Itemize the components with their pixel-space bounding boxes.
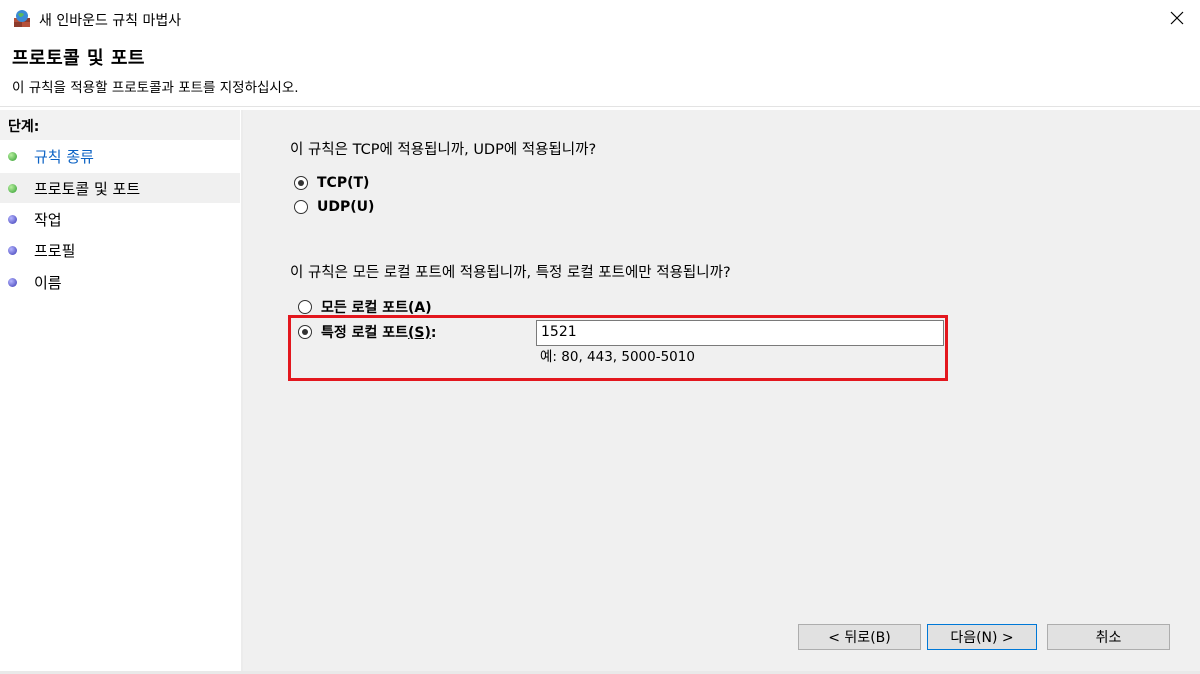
close-button[interactable] bbox=[1154, 0, 1200, 36]
step-label: 작업 bbox=[34, 210, 62, 229]
radio-button[interactable] bbox=[298, 300, 312, 314]
step-status-icon bbox=[8, 245, 17, 255]
step-protocol-ports[interactable]: 프로토콜 및 포트 bbox=[0, 173, 240, 203]
protocol-question: 이 규칙은 TCP에 적용됩니까, UDP에 적용됩니까? bbox=[290, 142, 597, 158]
radio-button-selected[interactable] bbox=[294, 176, 308, 190]
steps-panel: 단계: 규칙 종류 프로토콜 및 포트 작업 프로필 이름 bbox=[0, 110, 240, 674]
wizard-window: 새 인바운드 규칙 마법사 프로토콜 및 포트 이 규칙을 적용할 프로토콜과 … bbox=[0, 0, 1200, 674]
step-status-icon bbox=[8, 214, 17, 224]
cancel-button[interactable]: 취소 bbox=[1047, 624, 1170, 650]
close-icon bbox=[1170, 11, 1184, 25]
step-label: 프로토콜 및 포트 bbox=[34, 179, 141, 198]
step-status-icon bbox=[8, 151, 17, 161]
specific-ports-input[interactable]: 1521 bbox=[536, 320, 944, 346]
ports-example: 예: 80, 443, 5000-5010 bbox=[540, 349, 695, 365]
tcp-label: TCP(T) bbox=[317, 175, 370, 191]
ports-question: 이 규칙은 모든 로컬 포트에 적용됩니까, 특정 로컬 포트에만 적용됩니까? bbox=[290, 265, 731, 281]
step-rule-type[interactable]: 규칙 종류 bbox=[0, 141, 240, 171]
udp-radio[interactable]: UDP(U) bbox=[294, 199, 374, 215]
specific-ports-radio[interactable]: 특정 로컬 포트(S): bbox=[298, 322, 437, 342]
page-subtitle: 이 규칙을 적용할 프로토콜과 포트를 지정하십시오. bbox=[12, 80, 299, 96]
step-label: 규칙 종류 bbox=[34, 147, 94, 166]
back-button[interactable]: < 뒤로(B) bbox=[798, 624, 921, 650]
step-status-icon bbox=[8, 277, 17, 287]
title-bar: 새 인바운드 규칙 마법사 bbox=[0, 0, 1200, 38]
all-ports-radio[interactable]: 모든 로컬 포트(A) bbox=[298, 297, 432, 317]
tcp-radio[interactable]: TCP(T) bbox=[294, 175, 369, 191]
page-header: 프로토콜 및 포트 이 규칙을 적용할 프로토콜과 포트를 지정하십시오. bbox=[0, 38, 1200, 107]
firewall-icon bbox=[14, 10, 30, 27]
radio-button-selected[interactable] bbox=[298, 325, 312, 339]
next-button[interactable]: 다음(N) > bbox=[927, 624, 1037, 650]
step-action: 작업 bbox=[0, 204, 240, 234]
content-panel: 이 규칙은 TCP에 적용됩니까, UDP에 적용됩니까? TCP(T) UDP… bbox=[243, 110, 1200, 674]
steps-label: 단계: bbox=[8, 119, 40, 135]
radio-button[interactable] bbox=[294, 200, 308, 214]
step-name: 이름 bbox=[0, 267, 240, 297]
step-status-icon bbox=[8, 183, 17, 193]
window-title: 새 인바운드 규칙 마법사 bbox=[39, 13, 182, 29]
all-ports-label: 모든 로컬 포트(A) bbox=[321, 300, 432, 316]
step-profile: 프로필 bbox=[0, 235, 240, 265]
specific-ports-label: 특정 로컬 포트(S): bbox=[321, 325, 437, 341]
page-title: 프로토콜 및 포트 bbox=[12, 48, 145, 69]
udp-label: UDP(U) bbox=[317, 199, 375, 215]
step-label: 이름 bbox=[34, 273, 62, 292]
step-label: 프로필 bbox=[34, 241, 76, 260]
